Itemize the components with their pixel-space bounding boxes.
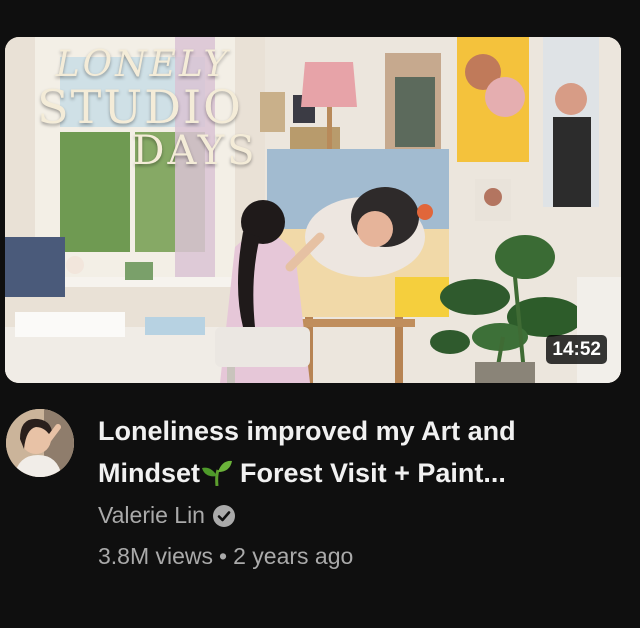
sprout-emoji-icon xyxy=(202,456,233,487)
verified-check-icon xyxy=(212,504,235,527)
duration-badge: 14:52 xyxy=(546,335,607,364)
stats-separator: • xyxy=(219,543,228,569)
video-title-line-2-start: Mindset xyxy=(98,458,201,488)
overlay-title-line-2: STUDIO xyxy=(37,79,243,134)
thumbnail-overlay-title: LONELY STUDIO DAYS xyxy=(5,44,275,174)
channel-row: Valerie Lin xyxy=(98,502,618,529)
video-title-line-2-end: Forest Visit + Paint... xyxy=(240,458,506,488)
video-title[interactable]: Loneliness improved my Art and Mindset Fo… xyxy=(98,410,618,494)
upload-age: 2 years ago xyxy=(233,543,354,569)
video-title-line-1: Loneliness improved my Art and xyxy=(98,416,516,446)
channel-avatar[interactable] xyxy=(6,409,74,477)
avatar-image xyxy=(6,409,74,477)
video-meta: Loneliness improved my Art and Mindset Fo… xyxy=(98,410,618,570)
video-thumbnail[interactable]: LONELY STUDIO DAYS 14:52 xyxy=(5,37,621,383)
channel-name[interactable]: Valerie Lin xyxy=(98,502,205,529)
video-stats: 3.8M views • 2 years ago xyxy=(98,543,618,570)
view-count: 3.8M views xyxy=(98,543,214,569)
overlay-title-line-1: LONELY xyxy=(55,44,231,85)
overlay-title-line-3: DAYS xyxy=(132,127,258,174)
